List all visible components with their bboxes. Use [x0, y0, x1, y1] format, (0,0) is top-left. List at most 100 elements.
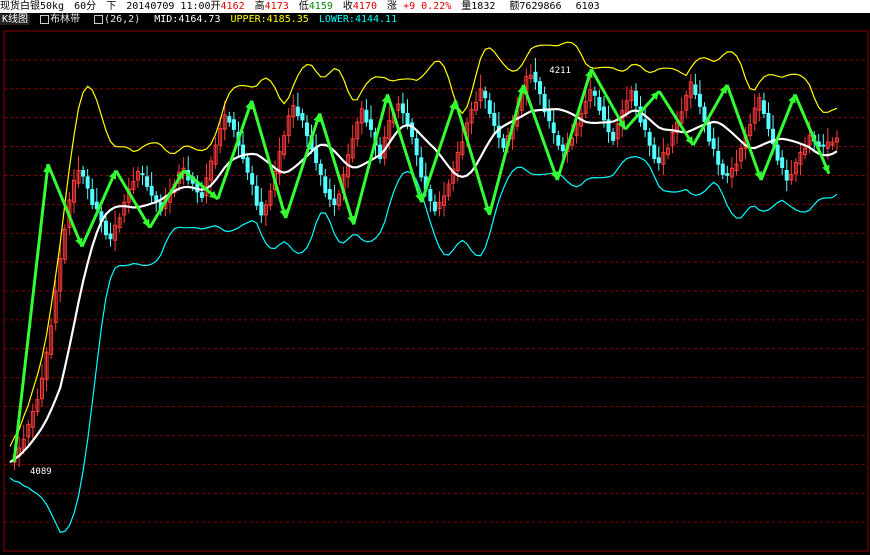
- candle-body: [821, 144, 826, 147]
- candle-body: [400, 103, 405, 114]
- mid-value: MID:4164.73: [154, 14, 221, 25]
- volume-label: 量: [461, 1, 472, 12]
- candle-body: [368, 119, 373, 130]
- candle-body: [332, 198, 337, 206]
- grid-lines: [3, 30, 869, 552]
- candle-body: [501, 138, 506, 148]
- candle-body: [592, 90, 597, 96]
- candle-body: [547, 109, 552, 122]
- low-value: 4159: [308, 1, 333, 12]
- hold-value: 6103: [575, 1, 600, 12]
- upper-value: UPPER:4185.35: [230, 14, 309, 25]
- high-field: 高4173: [255, 1, 289, 12]
- zigzag-segment: [759, 93, 797, 181]
- candle-body: [254, 185, 259, 206]
- params[interactable]: (26,2): [94, 14, 144, 25]
- candle-body: [551, 122, 556, 134]
- candle-body: [231, 119, 236, 130]
- candle-body: [323, 176, 328, 194]
- price-chart[interactable]: 4211 4089: [0, 27, 870, 555]
- candle-body: [259, 201, 264, 216]
- candle-body: [419, 157, 424, 178]
- candle-body: [327, 189, 332, 200]
- upper-band-line: [9, 41, 838, 447]
- candle-body: [300, 112, 305, 121]
- candle-body: [318, 163, 323, 176]
- change-label: 涨: [387, 1, 398, 12]
- mid-band-line: [9, 108, 838, 464]
- change-field: 涨 +9 0.22%: [387, 1, 451, 12]
- close-value: 4170: [352, 1, 377, 12]
- datetime-value: 20140709 11:00: [126, 1, 211, 12]
- candle-body: [199, 192, 204, 198]
- candle-body: [304, 122, 309, 137]
- candle-body: [227, 116, 232, 123]
- candle-body: [725, 173, 730, 176]
- candle-body: [707, 122, 712, 142]
- change-value: +9: [403, 1, 416, 12]
- lower-value: LOWER:4144.11: [318, 14, 398, 25]
- candle-body: [643, 119, 648, 130]
- tab-bollinger[interactable]: 布林带: [40, 14, 84, 25]
- candle-body: [597, 97, 602, 111]
- candle-body: [766, 112, 771, 130]
- annotation-low: 4089: [30, 467, 52, 477]
- tab-bollinger-label: 布林带: [50, 14, 81, 25]
- close-field: 收4170: [343, 1, 377, 12]
- amount-value: 7629866: [519, 1, 562, 12]
- candle-body: [154, 195, 159, 202]
- candle-body: [538, 81, 543, 95]
- params-text: (26,2): [104, 14, 141, 25]
- low-field: 低4159: [299, 1, 333, 12]
- candle-body: [761, 100, 766, 114]
- period-label[interactable]: 60分: [74, 1, 96, 12]
- candle-body: [720, 163, 725, 175]
- candle-body: [90, 189, 95, 206]
- candle-body: [432, 201, 437, 212]
- candle-body: [405, 112, 410, 125]
- candle-body: [693, 84, 698, 95]
- candle-body: [656, 157, 661, 164]
- candle-body: [108, 233, 113, 240]
- candle-body: [487, 100, 492, 114]
- candle-body: [784, 170, 789, 181]
- candle-body: [611, 131, 616, 141]
- candle-body: [414, 138, 419, 156]
- tab-kline[interactable]: K线图: [0, 14, 31, 25]
- lower-band-line: [9, 155, 838, 533]
- nav-next-button[interactable]: 下: [106, 1, 116, 12]
- quote-header: 现货白银50kg 60分 下 20140709 11:00开4162 高4173…: [0, 0, 870, 13]
- candle-body: [533, 71, 538, 83]
- low-label: 低: [298, 1, 309, 12]
- param-box-icon[interactable]: [94, 14, 104, 24]
- candle-body: [652, 144, 657, 160]
- candle-body: [245, 157, 250, 173]
- open-value: 4162: [220, 1, 245, 12]
- candle-body: [697, 93, 702, 107]
- datetime: 20140709 11:00开4162: [126, 1, 244, 12]
- candle-body: [702, 106, 707, 122]
- candle-body: [716, 150, 721, 165]
- candle-body: [85, 176, 90, 189]
- open-label: 开: [210, 1, 221, 12]
- indicator-bar: K线图 布林带 (26,2) MID:4164.73 UPPER:4185.35…: [0, 13, 870, 27]
- close-label: 收: [342, 1, 353, 12]
- candle-body: [556, 135, 561, 146]
- candle-body: [314, 147, 319, 164]
- candle-body: [81, 170, 86, 177]
- candle-body: [483, 90, 488, 99]
- candle-body: [295, 106, 300, 117]
- candle-body: [775, 144, 780, 161]
- high-label: 高: [254, 1, 265, 12]
- candle-body: [103, 220, 108, 236]
- collapse-icon[interactable]: [40, 14, 50, 24]
- amount-field: 额7629866: [509, 1, 565, 12]
- candle-body: [633, 90, 638, 107]
- annotation-high: 4211: [549, 66, 571, 76]
- candle-body: [560, 144, 565, 152]
- symbol-name[interactable]: 现货白银50kg: [0, 1, 64, 12]
- candle-body: [428, 189, 433, 202]
- zigzag-segment: [555, 68, 593, 181]
- candle-body: [780, 157, 785, 168]
- candle-body: [250, 173, 255, 185]
